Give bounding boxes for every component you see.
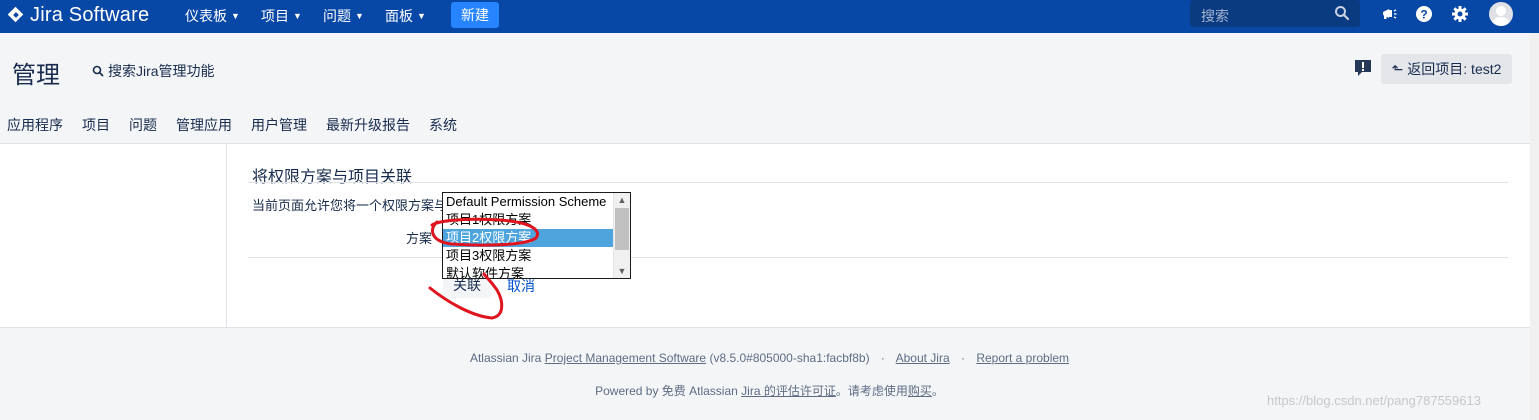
about-jira-link[interactable]: About Jira xyxy=(896,351,950,365)
tab-applications[interactable]: 应用程序 xyxy=(0,115,71,135)
page-scrollbar[interactable] xyxy=(1530,33,1539,420)
nav-label: 项目 xyxy=(261,8,289,24)
nav-projects[interactable]: 项目 ▼ xyxy=(261,6,302,26)
back-to-project-button[interactable]: ⬑ 返回项目: test2 xyxy=(1381,54,1512,84)
admin-search-link[interactable]: 搜索Jira管理功能 xyxy=(92,61,215,81)
back-button-label: 返回项目: test2 xyxy=(1407,61,1502,77)
tab-upgrade-report[interactable]: 最新升级报告 xyxy=(319,115,418,135)
footer-line-1: Atlassian Jira Project Management Softwa… xyxy=(0,351,1539,365)
evaluation-license-link[interactable]: Jira 的评估许可证 xyxy=(741,384,836,398)
form-description: 当前页面允许您将一个权限方案与 xyxy=(252,198,448,213)
nav-label: 问题 xyxy=(323,8,351,24)
nav-dashboards[interactable]: 仪表板 ▼ xyxy=(185,6,240,26)
tab-system[interactable]: 系统 xyxy=(422,115,465,135)
back-arrow-icon: ⬑ xyxy=(1391,60,1404,77)
tab-manage-apps[interactable]: 管理应用 xyxy=(169,115,240,135)
watermark: https://blog.csdn.net/pang787559613 xyxy=(1267,393,1481,408)
scheme-option-selected[interactable]: 项目2权限方案 xyxy=(443,229,613,247)
svg-text:?: ? xyxy=(1420,8,1427,22)
scheme-option[interactable]: Default Permission Scheme xyxy=(443,193,613,211)
help-icon[interactable]: ? xyxy=(1415,5,1433,23)
footer-powered-by: Powered by 免费 Atlassian xyxy=(595,384,738,398)
separator: · xyxy=(880,351,885,365)
logo-text: Jira Software xyxy=(30,3,150,26)
divider xyxy=(248,182,1508,183)
nav-label: 面板 xyxy=(385,8,413,24)
chevron-down-icon: ▼ xyxy=(355,11,364,21)
chevron-down-icon: ▼ xyxy=(293,11,302,21)
tab-issues[interactable]: 问题 xyxy=(122,115,165,135)
search-placeholder: 搜索 xyxy=(1201,8,1229,24)
scheme-option[interactable]: 默认软件方案 xyxy=(443,265,613,278)
footer-version: (v8.5.0#805000-sha1:facbf8b) xyxy=(709,351,870,365)
main-content: 将权限方案与项目关联 当前页面允许您将一个权限方案与 方案 关联 取消 xyxy=(0,143,1530,328)
chevron-down-icon: ▼ xyxy=(231,11,240,21)
footer-product: Atlassian Jira xyxy=(469,351,542,365)
top-navigation-bar: Jira Software 仪表板 ▼ 项目 ▼ 问题 ▼ 面板 ▼ 新建 搜索… xyxy=(0,0,1539,33)
scheme-option[interactable]: 项目1权限方案 xyxy=(443,211,613,229)
separator: · xyxy=(960,351,965,365)
search-input[interactable]: 搜索 xyxy=(1190,0,1360,27)
admin-search-label: 搜索Jira管理功能 xyxy=(108,63,215,79)
footer-software-link[interactable]: Project Management Software xyxy=(545,351,706,365)
settings-icon[interactable] xyxy=(1451,5,1469,23)
avatar[interactable] xyxy=(1489,2,1513,26)
listbox-scrollbar[interactable]: ▲ ▼ xyxy=(613,193,630,278)
scheme-select[interactable]: Default Permission Scheme 项目1权限方案 项目2权限方… xyxy=(442,192,631,279)
scheme-field-label: 方案 xyxy=(406,231,433,246)
chevron-down-icon: ▼ xyxy=(417,11,426,21)
create-button[interactable]: 新建 xyxy=(451,2,499,28)
page-title: 管理 xyxy=(12,62,60,89)
divider xyxy=(248,257,1508,258)
nav-boards[interactable]: 面板 ▼ xyxy=(385,6,426,26)
feedback-icon[interactable] xyxy=(1354,59,1372,77)
purchase-link[interactable]: 购买 xyxy=(908,384,932,398)
cancel-link[interactable]: 取消 xyxy=(507,276,535,296)
jira-diamond-icon xyxy=(8,7,24,23)
search-icon[interactable] xyxy=(1334,5,1350,21)
scroll-up-icon[interactable]: ▲ xyxy=(614,193,630,207)
admin-header: 管理 搜索Jira管理功能 ⬑ 返回项目: test2 应用程序 项目 问题 管… xyxy=(0,33,1530,143)
scroll-down-icon[interactable]: ▼ xyxy=(614,264,630,278)
nav-issues[interactable]: 问题 ▼ xyxy=(323,6,364,26)
nav-label: 仪表板 xyxy=(185,8,227,24)
admin-tabs: 应用程序 项目 问题 管理应用 用户管理 最新升级报告 系统 xyxy=(0,115,469,135)
scheme-option[interactable]: 项目3权限方案 xyxy=(443,247,613,265)
tab-user-management[interactable]: 用户管理 xyxy=(244,115,315,135)
footer-period: 。 xyxy=(931,384,944,398)
sidebar xyxy=(0,144,227,328)
tab-projects[interactable]: 项目 xyxy=(75,115,118,135)
form-title: 将权限方案与项目关联 xyxy=(252,169,413,186)
footer-consider: 。请考虑使用 xyxy=(835,384,908,398)
notifications-icon[interactable] xyxy=(1380,5,1398,23)
report-problem-link[interactable]: Report a problem xyxy=(976,351,1069,365)
scroll-thumb[interactable] xyxy=(615,208,629,250)
search-icon xyxy=(92,65,104,77)
jira-logo[interactable]: Jira Software xyxy=(8,4,149,26)
